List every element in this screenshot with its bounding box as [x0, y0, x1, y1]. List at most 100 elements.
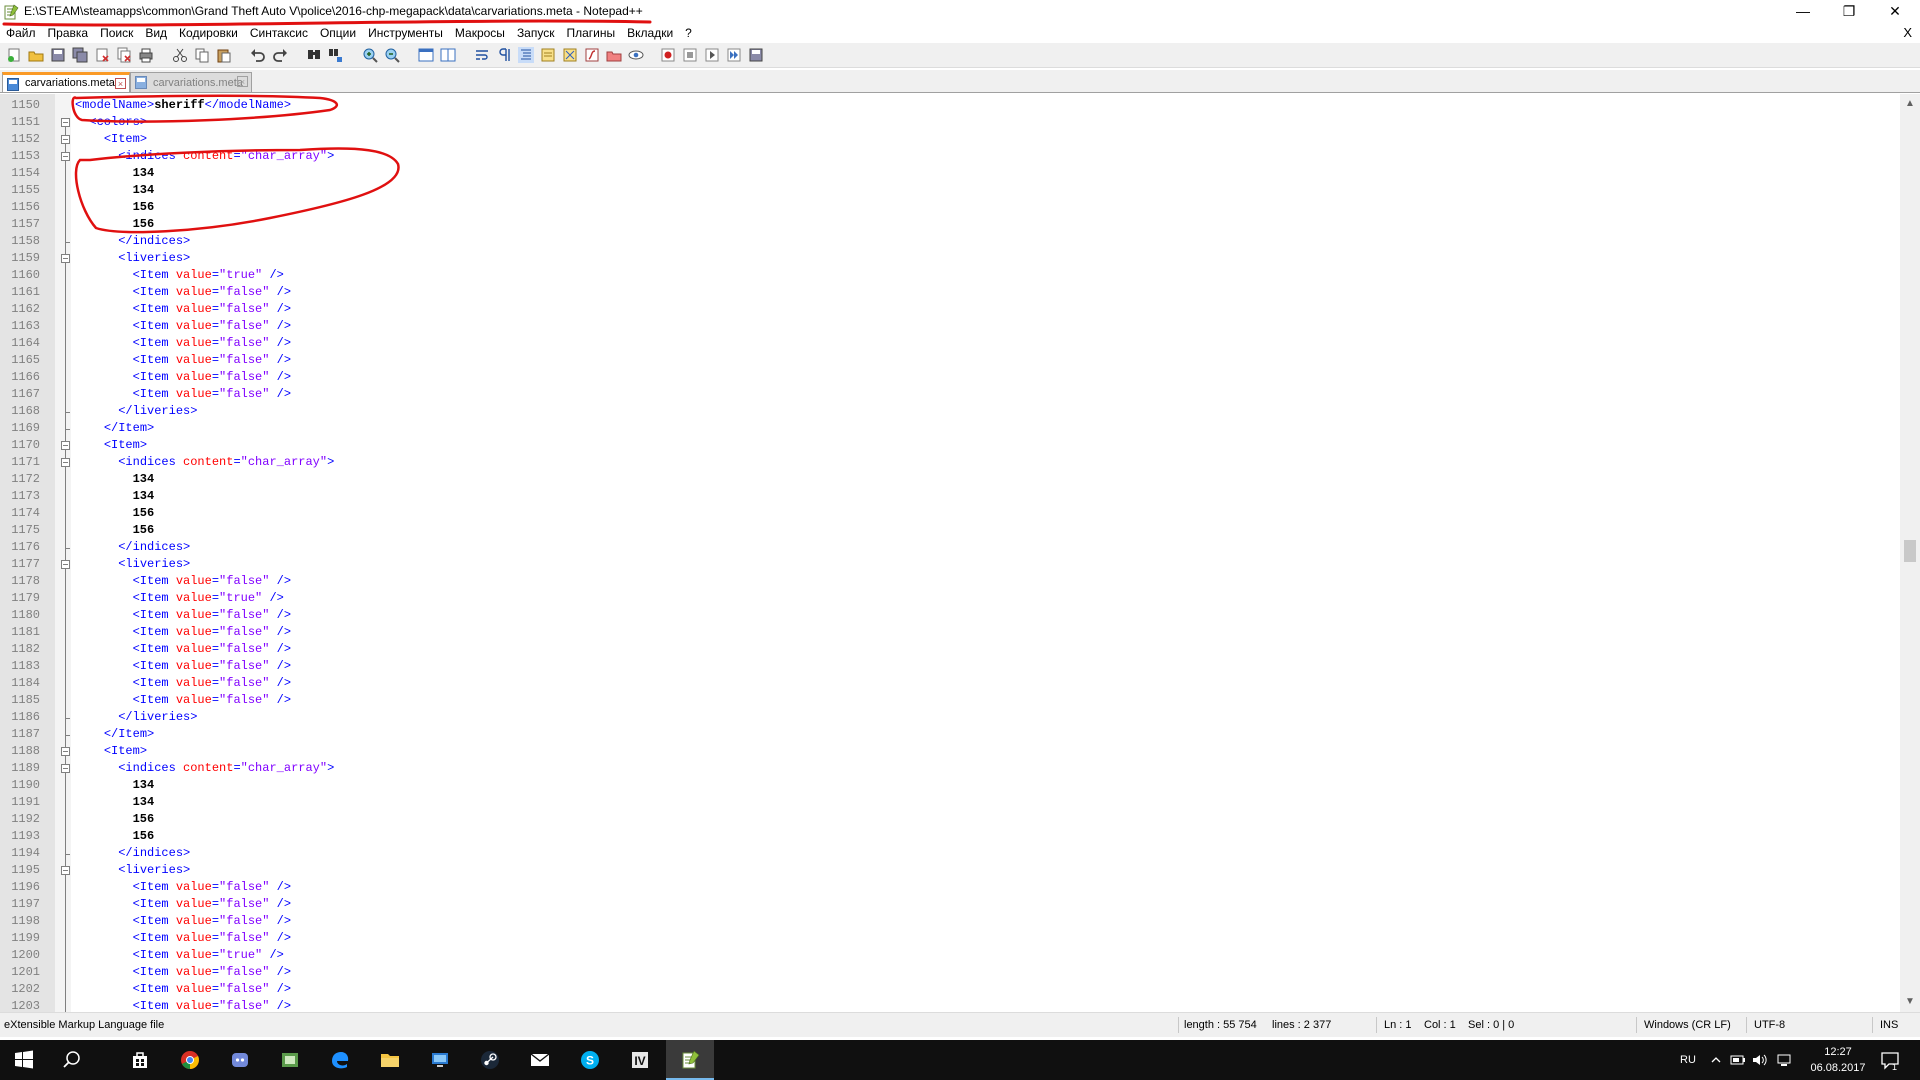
sync-vertical-icon[interactable] — [418, 47, 434, 63]
code-line[interactable]: 1163 <Item value="false" /> — [0, 318, 1900, 335]
code-line[interactable]: 1178 <Item value="false" /> — [0, 573, 1900, 590]
search-button[interactable] — [48, 1040, 96, 1080]
chevron-up-icon[interactable] — [1710, 1054, 1722, 1066]
code-line[interactable]: 1177 <liveries> — [0, 556, 1900, 573]
scrollbar-thumb[interactable] — [1904, 540, 1916, 562]
battery-icon[interactable] — [1730, 1053, 1746, 1067]
code-line[interactable]: 1157 156 — [0, 216, 1900, 233]
maximize-button[interactable]: ❐ — [1826, 0, 1872, 24]
fold-collapse-icon[interactable] — [61, 866, 70, 875]
taskbar-monitor-app[interactable] — [416, 1040, 464, 1080]
menu-file[interactable]: Файл — [0, 24, 42, 42]
find-icon[interactable] — [306, 47, 322, 63]
code-line[interactable]: 1196 <Item value="false" /> — [0, 879, 1900, 896]
code-line[interactable]: 1198 <Item value="false" /> — [0, 913, 1900, 930]
code-line[interactable]: 1179 <Item value="true" /> — [0, 590, 1900, 607]
redo-icon[interactable] — [272, 47, 288, 63]
code-line[interactable]: 1159 <liveries> — [0, 250, 1900, 267]
volume-icon[interactable] — [1752, 1053, 1768, 1067]
code-line[interactable]: 1150 <modelName>sheriff</modelName> — [0, 97, 1900, 114]
save-all-icon[interactable] — [72, 47, 88, 63]
menu-settings[interactable]: Опции — [314, 24, 362, 42]
undo-icon[interactable] — [250, 47, 266, 63]
code-line[interactable]: 1161 <Item value="false" /> — [0, 284, 1900, 301]
taskbar-edge[interactable] — [316, 1040, 364, 1080]
run-macro-multiple-icon[interactable] — [726, 47, 742, 63]
folder-workspace-icon[interactable] — [606, 47, 622, 63]
code-line[interactable]: 1188 <Item> — [0, 743, 1900, 760]
code-line[interactable]: 1201 <Item value="false" /> — [0, 964, 1900, 981]
fold-collapse-icon[interactable] — [61, 747, 70, 756]
stop-macro-icon[interactable] — [682, 47, 698, 63]
taskbar-chrome[interactable] — [166, 1040, 214, 1080]
code-line[interactable]: 1176 </indices> — [0, 539, 1900, 556]
save-icon[interactable] — [50, 47, 66, 63]
code-line[interactable]: 1172 134 — [0, 471, 1900, 488]
fold-collapse-icon[interactable] — [61, 764, 70, 773]
code-line[interactable]: 1190 134 — [0, 777, 1900, 794]
network-icon[interactable] — [1776, 1053, 1792, 1067]
zoom-out-icon[interactable] — [384, 47, 400, 63]
taskbar-clock[interactable]: 12:27 06.08.2017 — [1805, 1044, 1871, 1076]
tab-carvariations-active[interactable]: carvariations.meta × — [2, 72, 130, 92]
indent-guide-icon[interactable] — [518, 47, 534, 63]
taskbar-openiv[interactable]: IV — [616, 1040, 664, 1080]
menu-edit[interactable]: Правка — [42, 24, 95, 42]
code-line[interactable]: 1183 <Item value="false" /> — [0, 658, 1900, 675]
menu-macro[interactable]: Макросы — [449, 24, 511, 42]
show-all-chars-icon[interactable] — [496, 47, 512, 63]
code-line[interactable]: 1202 <Item value="false" /> — [0, 981, 1900, 998]
code-line[interactable]: 1195 <liveries> — [0, 862, 1900, 879]
code-line[interactable]: 1200 <Item value="true" /> — [0, 947, 1900, 964]
code-line[interactable]: 1186 </liveries> — [0, 709, 1900, 726]
input-language[interactable]: RU — [1680, 1040, 1696, 1080]
word-wrap-icon[interactable] — [474, 47, 490, 63]
code-line[interactable]: 1175 156 — [0, 522, 1900, 539]
close-file-icon[interactable] — [94, 47, 110, 63]
code-line[interactable]: 1171 <indices content="char_array"> — [0, 454, 1900, 471]
sync-horizontal-icon[interactable] — [440, 47, 456, 63]
replace-icon[interactable] — [328, 47, 344, 63]
menu-encoding[interactable]: Кодировки — [173, 24, 244, 42]
code-line[interactable]: 1174 156 — [0, 505, 1900, 522]
code-line[interactable]: 1181 <Item value="false" /> — [0, 624, 1900, 641]
code-line[interactable]: 1184 <Item value="false" /> — [0, 675, 1900, 692]
menu-help[interactable]: ? — [679, 24, 698, 42]
close-window-button[interactable]: ✕ — [1872, 0, 1918, 24]
paste-icon[interactable] — [216, 47, 232, 63]
taskbar-steam[interactable] — [466, 1040, 514, 1080]
code-line[interactable]: 1165 <Item value="false" /> — [0, 352, 1900, 369]
code-line[interactable]: 1168 </liveries> — [0, 403, 1900, 420]
scroll-up-icon[interactable]: ▲ — [1904, 98, 1916, 110]
cut-icon[interactable] — [172, 47, 188, 63]
taskbar-app-green[interactable] — [266, 1040, 314, 1080]
menu-plugins[interactable]: Плагины — [560, 24, 621, 42]
code-line[interactable]: 1153 <indices content="char_array"> — [0, 148, 1900, 165]
code-line[interactable]: 1203 <Item value="false" /> — [0, 998, 1900, 1012]
open-file-icon[interactable] — [28, 47, 44, 63]
tab-close-icon[interactable]: × — [115, 78, 126, 89]
code-line[interactable]: 1192 156 — [0, 811, 1900, 828]
code-editor[interactable]: 1150 <modelName>sheriff</modelName> 1151 <… — [0, 94, 1900, 1012]
menu-run[interactable]: Запуск — [511, 24, 561, 42]
code-line[interactable]: 1160 <Item value="true" /> — [0, 267, 1900, 284]
menu-view[interactable]: Вид — [139, 24, 173, 42]
menu-language[interactable]: Синтаксис — [244, 24, 314, 42]
tab-carvariations-inactive[interactable]: carvariations.meta × — [130, 72, 252, 92]
code-line[interactable]: 1170 <Item> — [0, 437, 1900, 454]
fold-collapse-icon[interactable] — [61, 560, 70, 569]
fold-collapse-icon[interactable] — [61, 118, 70, 127]
code-line[interactable]: 1180 <Item value="false" /> — [0, 607, 1900, 624]
code-line[interactable]: 1154 134 — [0, 165, 1900, 182]
code-line[interactable]: 1199 <Item value="false" /> — [0, 930, 1900, 947]
fold-collapse-icon[interactable] — [61, 254, 70, 263]
new-file-icon[interactable] — [6, 47, 22, 63]
scroll-down-icon[interactable]: ▼ — [1904, 996, 1916, 1008]
menu-tools[interactable]: Инструменты — [362, 24, 449, 42]
code-line[interactable]: 1173 134 — [0, 488, 1900, 505]
save-macro-icon[interactable] — [748, 47, 764, 63]
status-insert-mode[interactable]: INS — [1880, 1013, 1898, 1037]
tab-close-icon[interactable]: × — [237, 76, 248, 87]
record-macro-icon[interactable] — [660, 47, 676, 63]
code-line[interactable]: 1167 <Item value="false" /> — [0, 386, 1900, 403]
